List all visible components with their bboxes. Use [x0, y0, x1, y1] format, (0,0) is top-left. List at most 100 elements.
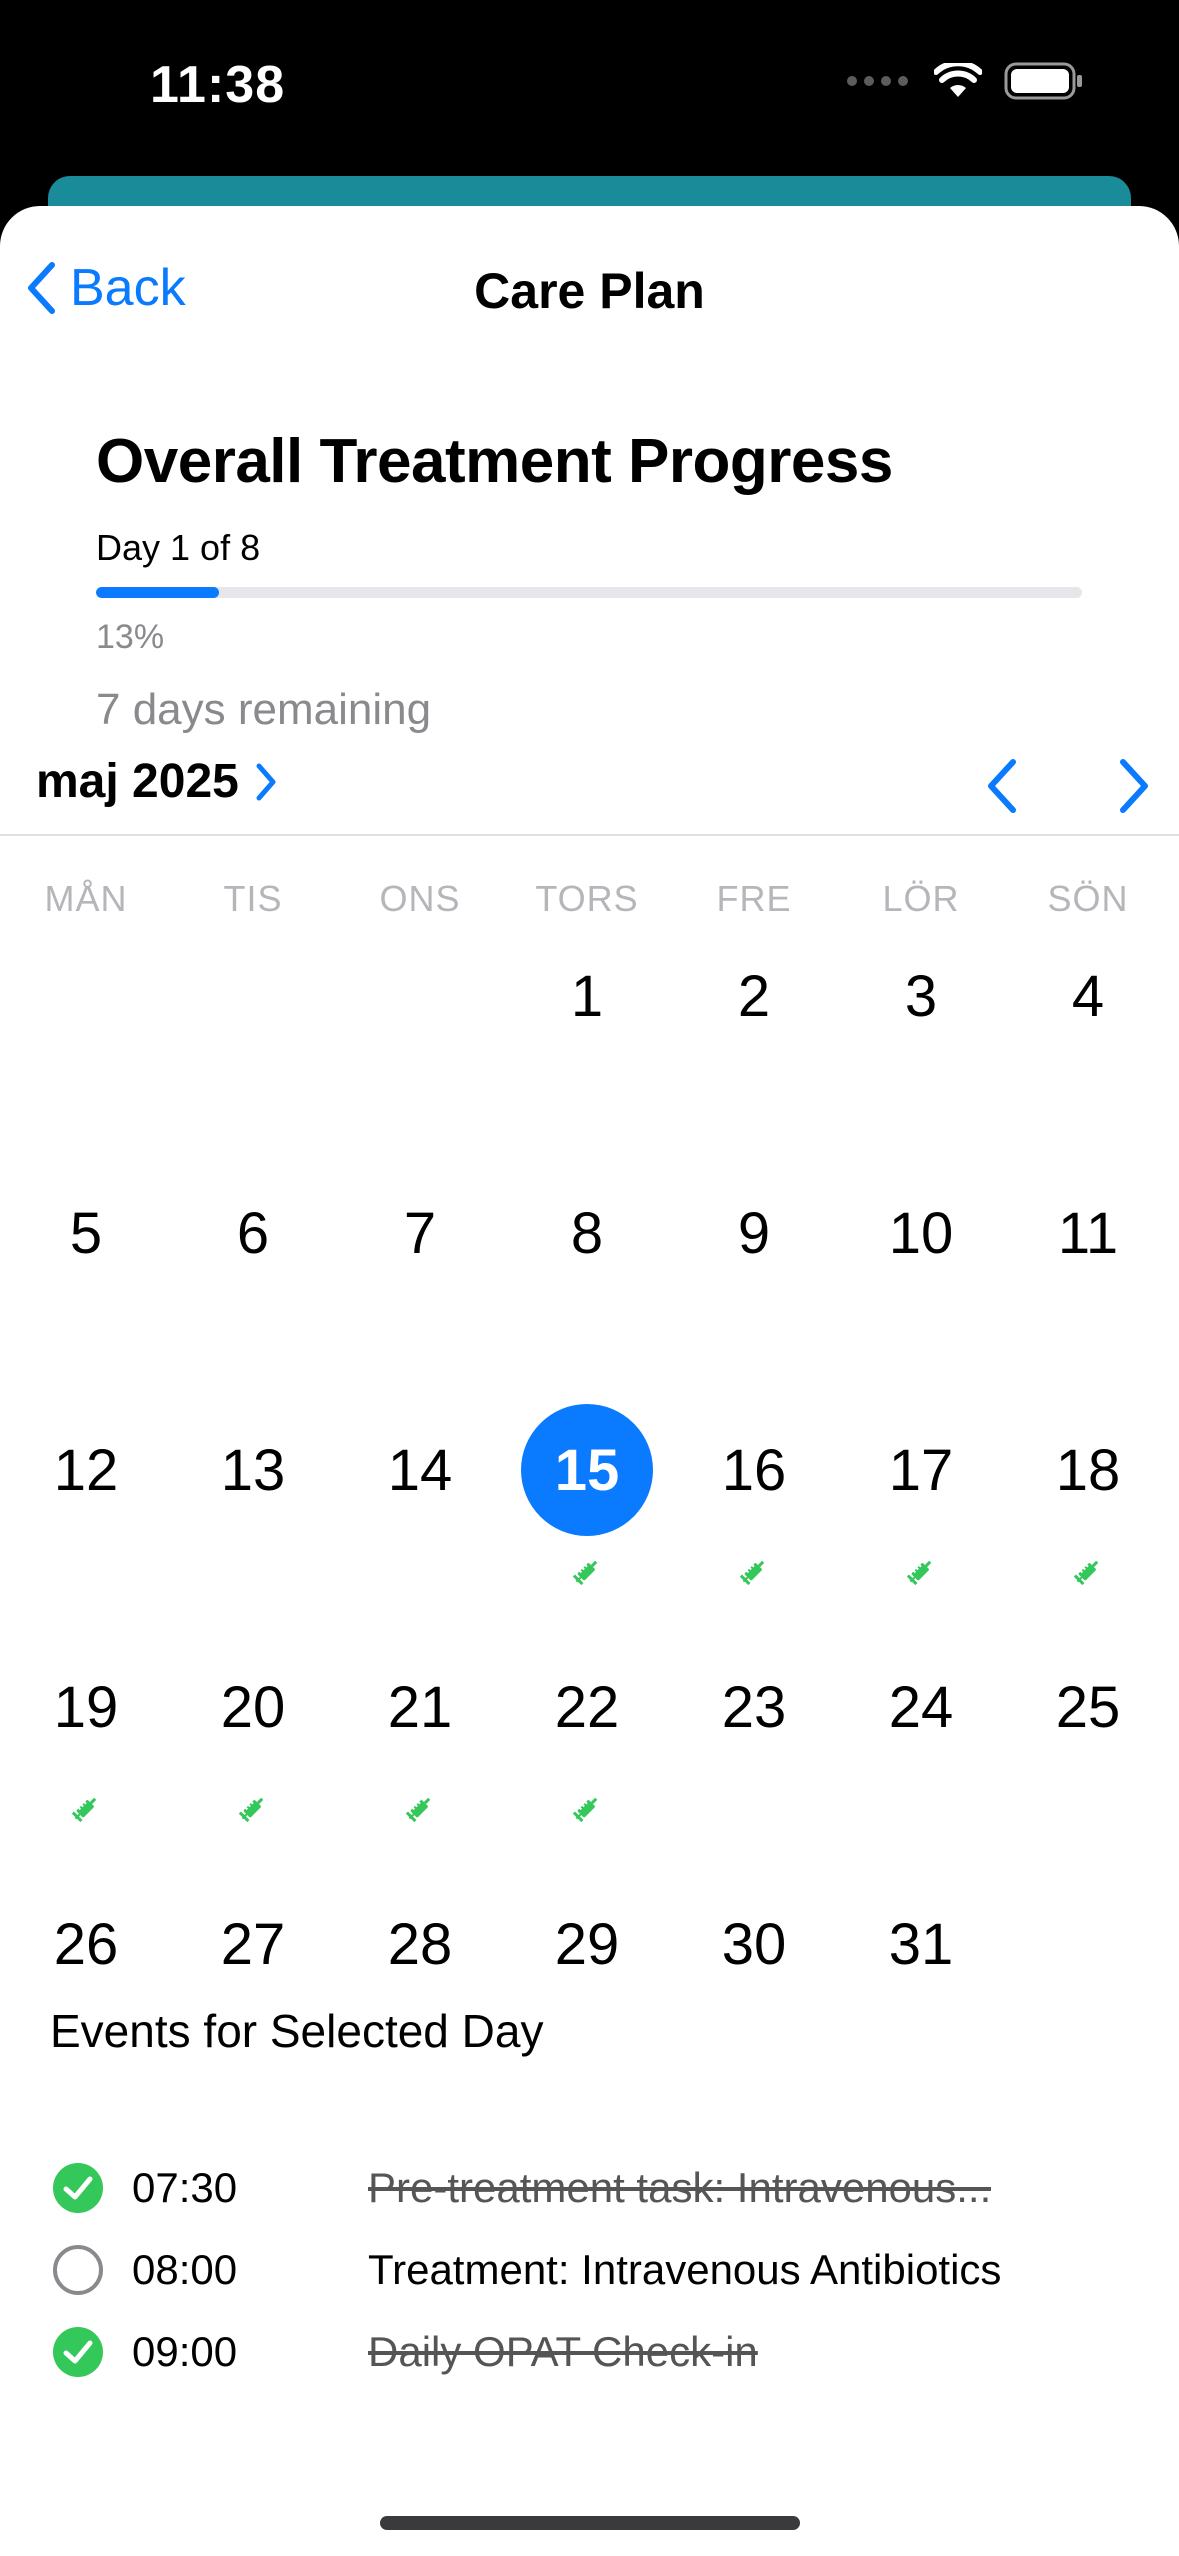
- day-number: 5: [69, 1200, 103, 1266]
- syringe-icon: [405, 1797, 431, 1823]
- calendar-day[interactable]: 20: [173, 1639, 333, 1869]
- treatment-progress-section: Overall Treatment Progress Day 1 of 8 13…: [96, 426, 1086, 735]
- event-title: Pre-treatment task: Intravenous...: [368, 2164, 992, 2211]
- calendar-day[interactable]: 13: [173, 1402, 333, 1632]
- event-title: Treatment: Intravenous Antibiotics: [368, 2246, 1002, 2293]
- event-row[interactable]: 07:30 Pre-treatment task: Intravenous...: [0, 2150, 1179, 2230]
- calendar-day[interactable]: 25: [1008, 1639, 1168, 1869]
- weekday-label: TIS: [223, 878, 283, 919]
- progress-percent: 13%: [96, 618, 165, 656]
- syringe-icon: [238, 1797, 264, 1823]
- weekday-label: LÖR: [882, 878, 960, 919]
- calendar-day[interactable]: 22: [507, 1639, 667, 1869]
- event-row[interactable]: 09:00 Daily OPAT Check-in: [0, 2314, 1179, 2394]
- battery-icon: [1004, 62, 1082, 100]
- progress-day-label: Day 1 of 8: [96, 527, 261, 568]
- page-title: Care Plan: [474, 263, 705, 319]
- calendar-day[interactable]: 3: [841, 928, 1001, 1158]
- status-time: 11:38: [150, 56, 286, 114]
- chevron-left-icon: [988, 759, 1016, 813]
- day-number: 22: [554, 1674, 620, 1740]
- day-number: 15: [507, 1402, 667, 1538]
- day-number: 11: [1057, 1200, 1119, 1266]
- day-number: 3: [904, 963, 938, 1029]
- day-number: 29: [554, 1911, 620, 1977]
- calendar-day[interactable]: 6: [173, 1165, 333, 1395]
- previous-month-button[interactable]: [972, 746, 1032, 826]
- calendar-day[interactable]: 30: [674, 1876, 834, 2106]
- event-row[interactable]: 08:00 Treatment: Intravenous Antibiotics: [0, 2232, 1179, 2312]
- calendar-day[interactable]: 28: [340, 1876, 500, 2106]
- syringe-icon: [71, 1797, 97, 1823]
- chevron-right-icon: [1120, 759, 1148, 813]
- day-number: 17: [888, 1437, 954, 1503]
- month-picker-button[interactable]: maj 2025: [36, 754, 277, 809]
- signal-dots-icon: [847, 76, 908, 86]
- day-number: 16: [721, 1437, 787, 1503]
- calendar-day[interactable]: 4: [1008, 928, 1168, 1158]
- treatment-marker: [340, 1791, 500, 1825]
- calendar-day[interactable]: 11: [1008, 1165, 1168, 1395]
- calendar-day[interactable]: 18: [1008, 1402, 1168, 1632]
- calendar-day[interactable]: 14: [340, 1402, 500, 1632]
- weekday-label: TORS: [535, 878, 639, 919]
- syringe-icon: [1073, 1560, 1099, 1586]
- day-number: 4: [1071, 963, 1105, 1029]
- status-bar: 11:38: [0, 0, 1179, 175]
- day-number: 30: [721, 1911, 787, 1977]
- day-number: 2: [737, 963, 771, 1029]
- calendar-day[interactable]: 12: [6, 1402, 166, 1632]
- next-month-button[interactable]: [1104, 746, 1164, 826]
- calendar-day[interactable]: 1: [507, 928, 667, 1158]
- navigation-bar: Back Care Plan: [0, 206, 1179, 376]
- calendar-day[interactable]: 19: [6, 1639, 166, 1869]
- month-label: maj 2025: [36, 755, 239, 808]
- day-number: 14: [387, 1437, 453, 1503]
- treatment-marker: [841, 1554, 1001, 1588]
- calendar-day-selected[interactable]: 15: [507, 1402, 667, 1632]
- syringe-icon: [572, 1797, 598, 1823]
- treatment-marker: [1008, 1554, 1168, 1588]
- progress-title: Overall Treatment Progress: [96, 427, 893, 496]
- checkmark-circle-icon[interactable]: [50, 2160, 106, 2216]
- day-number: 20: [220, 1674, 286, 1740]
- day-number: 26: [53, 1911, 119, 1977]
- calendar-day[interactable]: 23: [674, 1639, 834, 1869]
- day-number: 27: [220, 1911, 286, 1977]
- calendar-day[interactable]: 2: [674, 928, 834, 1158]
- calendar-day[interactable]: 24: [841, 1639, 1001, 1869]
- checkmark-circle-icon[interactable]: [50, 2324, 106, 2380]
- home-indicator: [380, 2516, 800, 2530]
- syringe-icon: [739, 1560, 765, 1586]
- event-title: Daily OPAT Check-in: [368, 2328, 758, 2375]
- day-number: 10: [888, 1200, 954, 1266]
- calendar-day[interactable]: 29: [507, 1876, 667, 2106]
- calendar-day[interactable]: 9: [674, 1165, 834, 1395]
- syringe-icon: [906, 1560, 932, 1586]
- calendar-day[interactable]: 31: [841, 1876, 1001, 2106]
- calendar-day[interactable]: 27: [173, 1876, 333, 2106]
- day-number: 21: [387, 1674, 453, 1740]
- calendar-day[interactable]: 26: [6, 1876, 166, 2106]
- calendar-day[interactable]: 10: [841, 1165, 1001, 1395]
- day-number: 8: [570, 1200, 604, 1266]
- calendar-day[interactable]: 8: [507, 1165, 667, 1395]
- treatment-marker: [6, 1791, 166, 1825]
- weekday-label: MÅN: [44, 878, 128, 919]
- day-number: 6: [236, 1200, 270, 1266]
- calendar-day[interactable]: 17: [841, 1402, 1001, 1632]
- day-number: 13: [220, 1437, 286, 1503]
- calendar-day[interactable]: 7: [340, 1165, 500, 1395]
- days-remaining: 7 days remaining: [96, 685, 432, 734]
- day-number: 18: [1055, 1437, 1121, 1503]
- calendar-day[interactable]: 5: [6, 1165, 166, 1395]
- syringe-icon: [572, 1560, 598, 1586]
- calendar-day[interactable]: 16: [674, 1402, 834, 1632]
- weekday-label: FRE: [716, 878, 792, 919]
- empty-circle-icon[interactable]: [50, 2242, 106, 2298]
- events-title: Events for Selected Day: [50, 2005, 544, 2057]
- calendar-day[interactable]: 21: [340, 1639, 500, 1869]
- status-icons: [847, 62, 1084, 100]
- day-number: 19: [53, 1674, 119, 1740]
- day-number: 25: [1055, 1674, 1121, 1740]
